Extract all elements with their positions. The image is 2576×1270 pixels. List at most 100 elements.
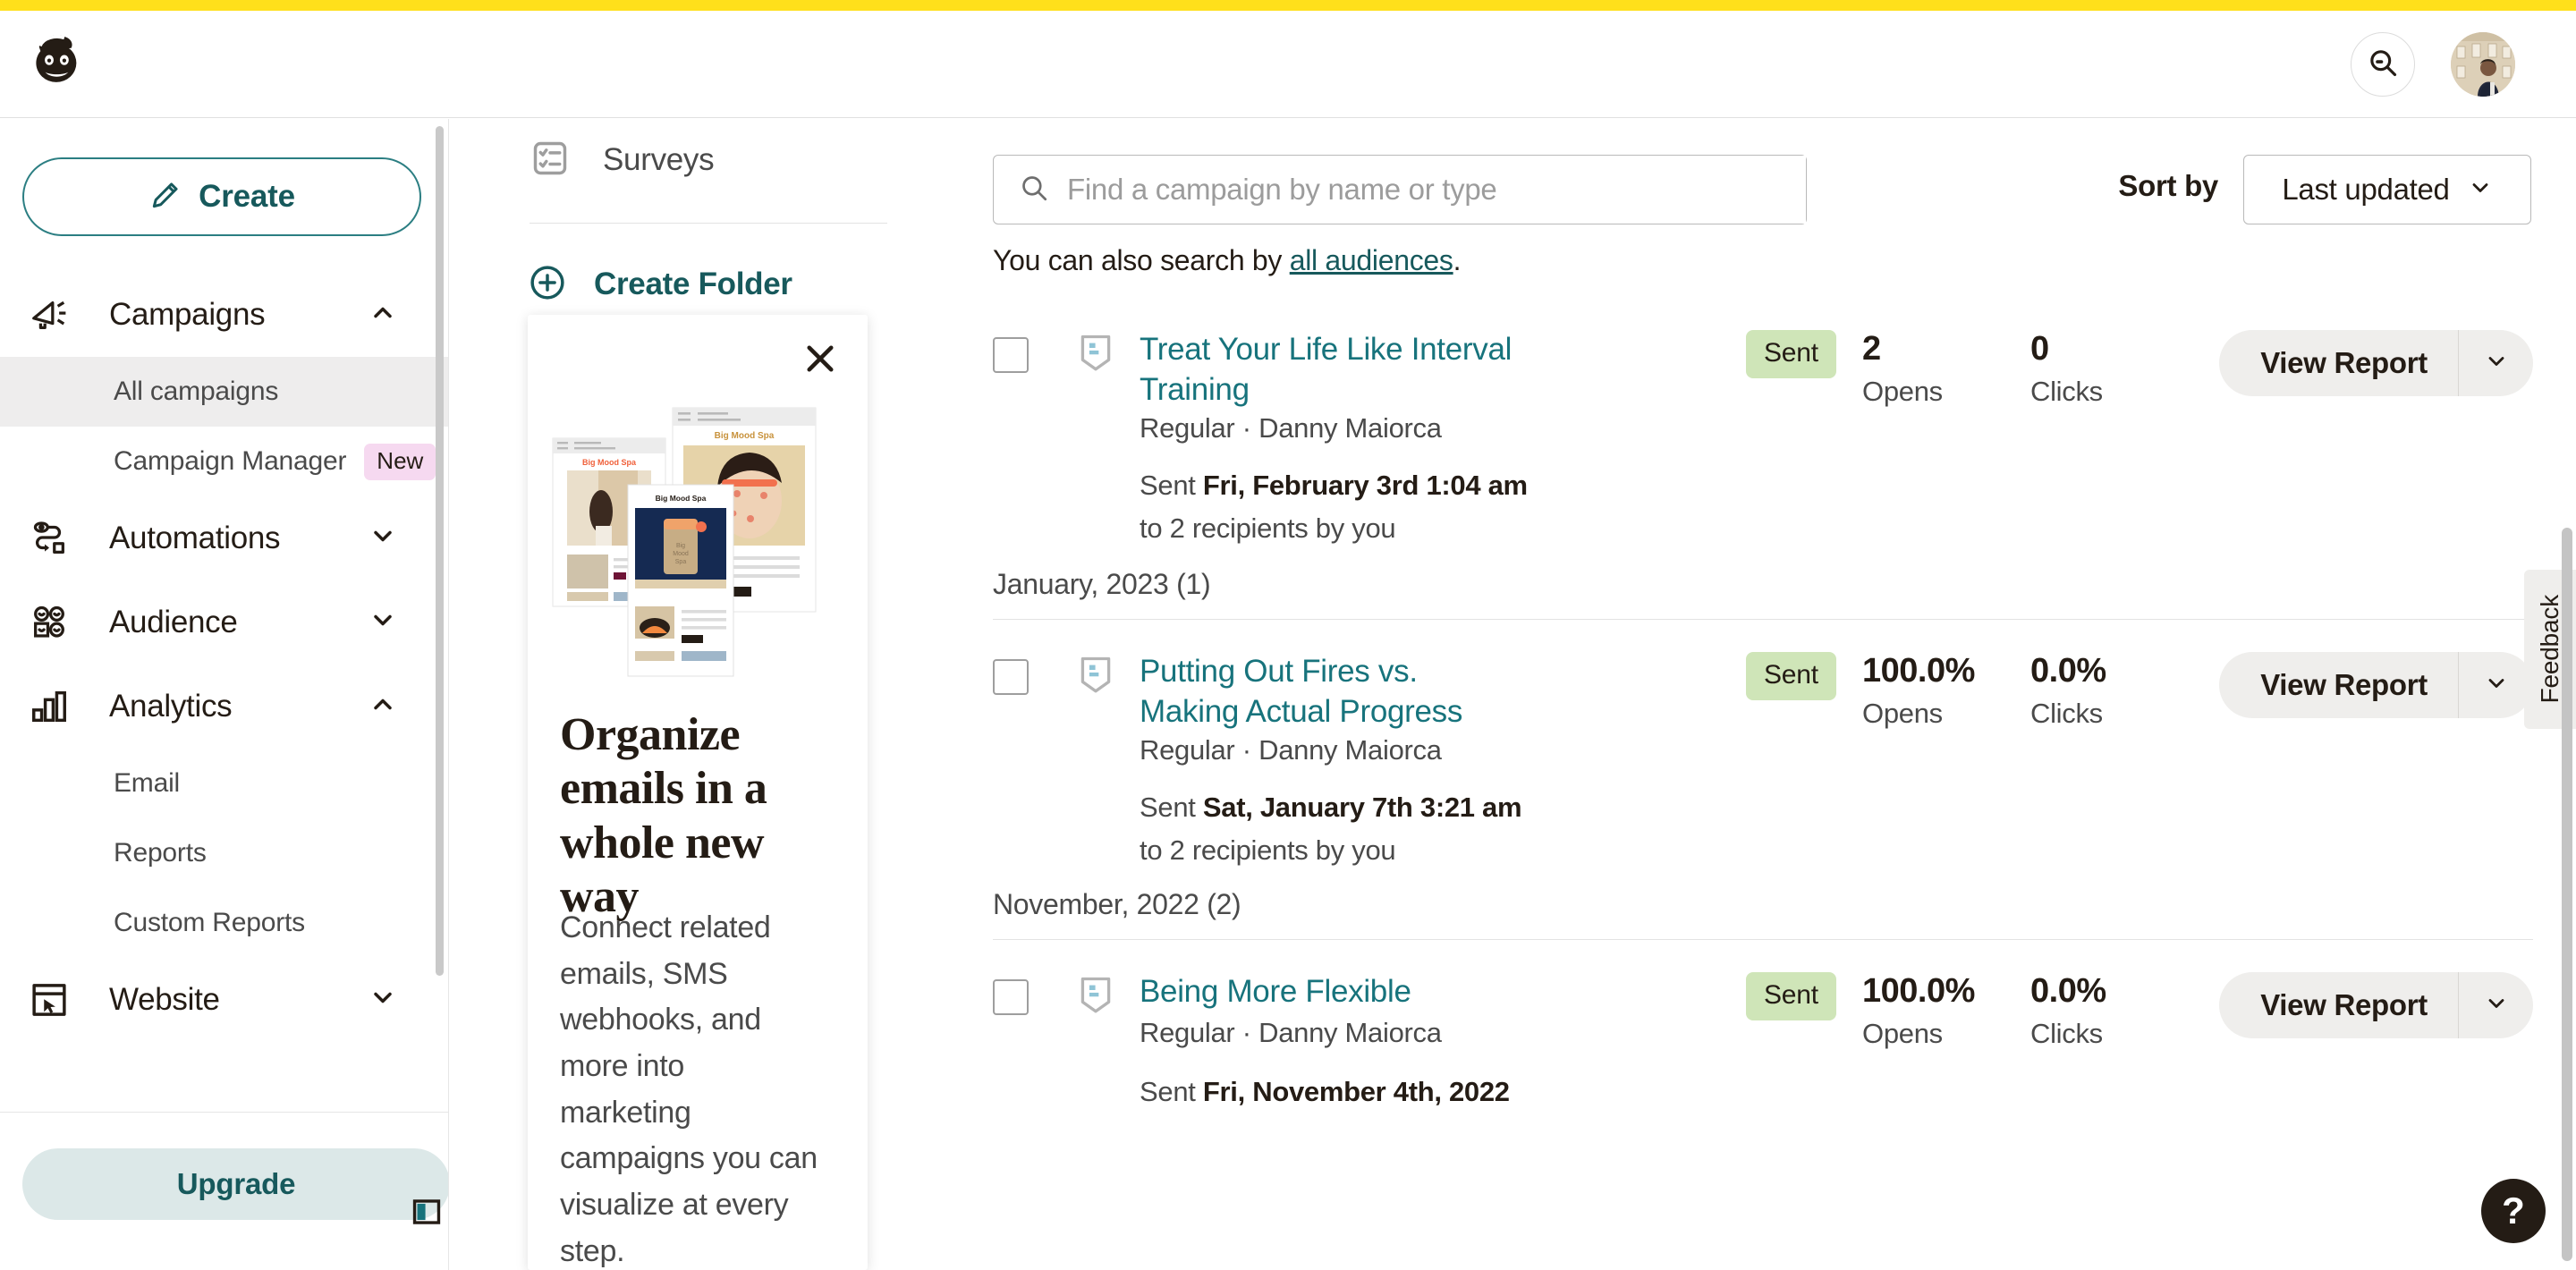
avatar[interactable]	[2451, 32, 2515, 97]
megaphone-icon	[29, 294, 77, 335]
view-report-dropdown-toggle[interactable]	[2458, 652, 2533, 718]
main-scrollbar-thumb[interactable]	[2562, 528, 2572, 1261]
people-group-icon	[29, 602, 77, 643]
search-hint-suffix: .	[1453, 244, 1462, 276]
row-checkbox[interactable]	[993, 979, 1029, 1015]
sidebar-item-campaigns[interactable]: Campaigns	[0, 273, 449, 357]
campaigns-main-content: Sort by Last updated You can also search…	[950, 119, 2576, 1270]
clicks-value: 0.0%	[2030, 652, 2106, 690]
create-folder-button[interactable]: Create Folder	[449, 243, 950, 326]
help-button[interactable]: ?	[2481, 1179, 2546, 1243]
sidebar-label-custom-reports: Custom Reports	[114, 908, 305, 938]
svg-text:Big Mood Spa: Big Mood Spa	[582, 458, 637, 467]
sidebar-nav: Campaigns All campaigns Campaign Manager…	[0, 273, 449, 1042]
row-checkbox[interactable]	[993, 659, 1029, 695]
chevron-down-icon	[2484, 349, 2509, 378]
folder-item-surveys[interactable]: Surveys	[449, 119, 950, 201]
sidebar-item-analytics[interactable]: Analytics	[0, 665, 449, 749]
bar-chart-icon	[29, 686, 77, 727]
chevron-up-icon	[369, 690, 397, 724]
opens-label: Opens	[1862, 1018, 1975, 1050]
sent-date: Fri, February 3rd 1:04 am	[1203, 470, 1528, 501]
chevron-down-icon	[2468, 175, 2493, 205]
opens-value: 2	[1862, 330, 1943, 368]
view-report-label: View Report	[2219, 972, 2458, 1038]
email-campaign-icon	[1073, 330, 1118, 379]
campaign-sent-info: Sent Fri, November 4th, 2022	[1140, 1071, 1748, 1113]
stat-opens: 100.0% Opens	[1862, 652, 1975, 730]
campaign-list: Treat Your Life Like Interval Training R…	[950, 298, 2576, 1146]
sidebar-scrollbar-thumb[interactable]	[436, 126, 444, 976]
sort-by-select[interactable]: Last updated	[2243, 155, 2531, 224]
sidebar-item-campaign-manager[interactable]: Campaign Manager New	[0, 427, 449, 496]
feedback-label: Feedback	[2536, 595, 2564, 703]
svg-text:Big Mood Spa: Big Mood Spa	[715, 431, 775, 441]
sidebar-item-website[interactable]: Website	[0, 958, 449, 1042]
sidebar-item-automations[interactable]: Automations	[0, 496, 449, 580]
sent-prefix: Sent	[1140, 792, 1203, 823]
status-badge-new: New	[364, 444, 436, 480]
sent-prefix: Sent	[1140, 1076, 1203, 1107]
sidebar-scroll-area: Create Campaigns	[0, 119, 449, 1112]
stat-clicks: 0 Clicks	[2030, 330, 2103, 408]
all-audiences-link[interactable]: all audiences	[1290, 244, 1453, 276]
view-report-label: View Report	[2219, 652, 2458, 718]
clicks-value: 0.0%	[2030, 972, 2106, 1011]
campaign-type-author: Regular · Danny Maiorca	[1140, 1017, 1694, 1049]
brand-accent-strip	[0, 0, 2576, 11]
search-and-sort-row: Sort by Last updated	[993, 155, 2531, 235]
sidebar-label-reports: Reports	[114, 838, 207, 868]
status-badge: Sent	[1746, 330, 1836, 378]
clicks-label: Clicks	[2030, 698, 2106, 730]
campaign-title-link[interactable]: Being More Flexible	[1140, 972, 1524, 1012]
view-report-button[interactable]: View Report	[2219, 972, 2533, 1038]
folders-divider	[530, 223, 887, 224]
sidebar-label-audience: Audience	[109, 605, 238, 640]
chevron-up-icon	[369, 299, 397, 332]
chevron-down-icon	[2484, 991, 2509, 1020]
sent-recipients: to 2 recipients by you	[1140, 834, 1395, 866]
sidebar-item-audience[interactable]: Audience	[0, 580, 449, 665]
email-campaign-icon	[1073, 972, 1118, 1021]
promo-heading: Organize emails in a whole new way	[560, 708, 810, 924]
sort-by-value: Last updated	[2282, 173, 2449, 207]
create-button[interactable]: Create	[22, 157, 421, 236]
campaign-title-link[interactable]: Putting Out Fires vs. Making Actual Prog…	[1140, 652, 1524, 732]
website-icon	[29, 979, 77, 1020]
campaign-type-author: Regular · Danny Maiorca	[1140, 734, 1694, 766]
chevron-down-icon	[369, 984, 397, 1017]
svg-text:Big: Big	[676, 543, 685, 549]
table-row: Being More Flexible Regular · Danny Maio…	[950, 940, 2576, 1146]
chevron-down-icon	[2484, 671, 2509, 700]
upgrade-section: Upgrade	[0, 1112, 449, 1270]
view-report-button[interactable]: View Report	[2219, 652, 2533, 718]
stat-clicks: 0.0% Clicks	[2030, 972, 2106, 1050]
campaign-sent-info: Sent Sat, January 7th 3:21 am to 2 recip…	[1140, 786, 1748, 872]
email-templates-preview: Big Mood Spa	[549, 386, 846, 682]
view-report-label: View Report	[2219, 330, 2458, 396]
view-report-button[interactable]: View Report	[2219, 330, 2533, 396]
left-sidebar: Create Campaigns	[0, 119, 449, 1270]
panel-collapse-icon[interactable]	[411, 1197, 442, 1227]
sidebar-label-website: Website	[109, 982, 220, 1018]
view-report-dropdown-toggle[interactable]	[2458, 972, 2533, 1038]
mailchimp-logo[interactable]	[25, 27, 89, 91]
sidebar-item-custom-reports[interactable]: Custom Reports	[0, 888, 449, 958]
sidebar-item-all-campaigns[interactable]: All campaigns	[0, 357, 449, 427]
table-row: Putting Out Fires vs. Making Actual Prog…	[950, 620, 2576, 851]
row-checkbox[interactable]	[993, 337, 1029, 373]
campaign-title-link[interactable]: Treat Your Life Like Interval Training	[1140, 330, 1524, 411]
folders-panel: Surveys Create Folder	[449, 119, 950, 1270]
chevron-down-icon	[369, 606, 397, 639]
campaign-search-box[interactable]	[993, 155, 1807, 224]
sidebar-item-reports[interactable]: Reports	[0, 818, 449, 888]
sidebar-label-analytics: Analytics	[109, 689, 232, 724]
search-input[interactable]	[1067, 156, 1806, 224]
campaign-sent-info: Sent Fri, February 3rd 1:04 am to 2 reci…	[1140, 464, 1748, 550]
close-icon[interactable]	[800, 338, 841, 379]
upgrade-button[interactable]: Upgrade	[22, 1148, 449, 1220]
global-search-button[interactable]	[2351, 32, 2415, 97]
sidebar-item-email[interactable]: Email	[0, 749, 449, 818]
view-report-dropdown-toggle[interactable]	[2458, 330, 2533, 396]
mailchimp-campaigns-page: Create Campaigns	[0, 0, 2576, 1270]
